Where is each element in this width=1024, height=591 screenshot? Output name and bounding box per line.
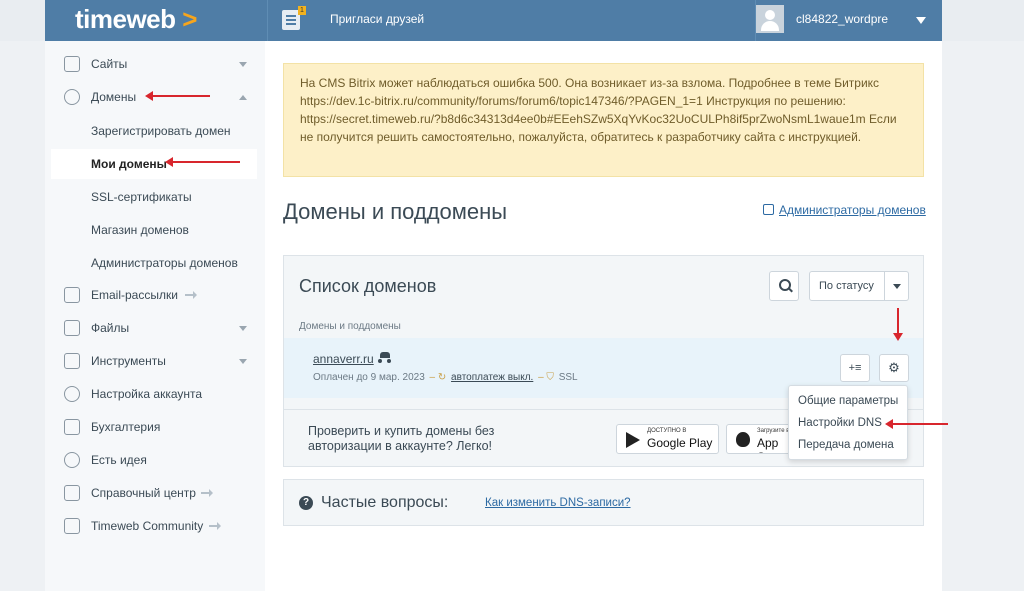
google-play-icon xyxy=(626,432,640,448)
sidebar-item-label: Настройка аккаунта xyxy=(91,387,203,401)
store-small-label: ДОСТУПНО В xyxy=(647,428,687,434)
sidebar-item-label: Справочный центр xyxy=(91,486,196,500)
external-arrow-icon xyxy=(209,522,221,530)
sidebar-item-label: Timeweb Community xyxy=(91,519,204,533)
store-small-label: Загрузите в xyxy=(757,428,790,434)
search-button[interactable] xyxy=(769,271,799,301)
main-content: На CMS Bitrix может наблюдаться ошибка 5… xyxy=(265,41,942,591)
annotation-arrow xyxy=(145,91,210,101)
question-icon: ? xyxy=(299,496,313,510)
paid-until: Оплачен до 9 мар. 2023 xyxy=(313,372,425,383)
sidebar-item-email[interactable]: Email-рассылки xyxy=(45,280,265,310)
annotation-arrow xyxy=(165,157,240,167)
app-store-button[interactable]: Загрузите в App Store xyxy=(726,424,792,454)
user-menu[interactable]: cl84822_wordpre xyxy=(755,0,942,41)
sidebar-item-idea[interactable]: Есть идея xyxy=(45,445,265,475)
chevron-down-icon[interactable] xyxy=(916,17,926,24)
sidebar-item-label: Бухгалтерия xyxy=(91,420,161,434)
chevron-down-icon xyxy=(893,284,901,289)
domain-admins-link-label: Администраторы доменов xyxy=(779,203,926,217)
annotation-arrow xyxy=(885,419,948,429)
mail-icon xyxy=(64,287,80,303)
top-bar: timeweb > 1 Пригласи друзей cl84822_word… xyxy=(0,0,1024,41)
sidebar-item-label: Инструменты xyxy=(91,354,166,368)
incognito-icon xyxy=(378,352,392,366)
chevron-up-icon xyxy=(239,95,247,100)
domain-admins-link[interactable]: Администраторы доменов xyxy=(763,203,926,217)
sidebar-item-account-settings[interactable]: Настройка аккаунта xyxy=(45,379,265,409)
sidebar-sub-my-domains[interactable]: Мои домены xyxy=(51,149,257,179)
timeweb-logo[interactable]: timeweb > xyxy=(75,4,197,35)
sidebar-sub-domain-shop[interactable]: Магазин доменов xyxy=(91,223,189,237)
username: cl84822_wordpre xyxy=(796,12,889,26)
admin-card-icon xyxy=(763,204,774,215)
annotation-arrow xyxy=(893,308,903,341)
globe-icon xyxy=(64,89,80,105)
sidebar-item-community[interactable]: Timeweb Community xyxy=(45,511,265,541)
sidebar-item-files[interactable]: Файлы xyxy=(45,313,265,343)
domain-meta: Оплачен до 9 мар. 2023 – ↻ автоплатеж вы… xyxy=(313,372,578,383)
faq-dns-link[interactable]: Как изменить DNS-записи? xyxy=(485,497,631,509)
sidebar-sub-domain-admins[interactable]: Администраторы доменов xyxy=(91,256,238,270)
invite-friends-label: Пригласи друзей xyxy=(330,12,425,26)
external-arrow-icon xyxy=(185,291,197,299)
apple-icon xyxy=(736,432,750,447)
bitrix-alert: На CMS Bitrix может наблюдаться ошибка 5… xyxy=(283,63,924,177)
store-big-label: App Store xyxy=(757,436,786,453)
monitor-icon xyxy=(64,56,80,72)
faq-block: ? Частые вопросы: Как изменить DNS-запис… xyxy=(283,479,924,526)
menu-item-domain-transfer[interactable]: Передача домена xyxy=(798,439,894,451)
faq-label: Частые вопросы: xyxy=(321,494,449,511)
sidebar-item-domains[interactable]: Домены xyxy=(45,82,265,112)
domains-list-title: Список доменов xyxy=(299,276,437,296)
sliders-icon xyxy=(64,353,80,369)
invite-friends-button[interactable]: 1 Пригласи друзей xyxy=(267,0,757,41)
ledger-icon xyxy=(64,419,80,435)
help-icon xyxy=(64,485,80,501)
refresh-icon: – ↻ xyxy=(429,372,447,383)
sidebar-item-label: Есть идея xyxy=(91,453,147,467)
sidebar-item-accounting[interactable]: Бухгалтерия xyxy=(45,412,265,442)
add-subdomain-button[interactable]: +≡ xyxy=(840,354,870,382)
external-arrow-icon xyxy=(201,489,213,497)
gear-icon xyxy=(64,386,80,402)
ssl-label: SSL xyxy=(558,372,578,383)
notification-badge: 1 xyxy=(298,6,306,15)
menu-item-dns-settings[interactable]: Настройки DNS xyxy=(798,417,882,429)
avatar xyxy=(756,5,784,33)
sidebar-item-label: Файлы xyxy=(91,321,130,335)
status-filter-select[interactable]: По статусу xyxy=(809,271,909,301)
divider xyxy=(884,272,885,300)
google-play-button[interactable]: ДОСТУПНО В Google Play xyxy=(616,424,719,454)
column-header: Домены и поддомены xyxy=(299,321,401,332)
folder-icon xyxy=(64,320,80,336)
header: timeweb > 1 Пригласи друзей cl84822_word… xyxy=(45,0,942,41)
page-title: Домены и поддомены xyxy=(283,199,508,224)
promo-text: Проверить и купить домены без авторизаци… xyxy=(308,424,495,453)
autopay-toggle[interactable]: автоплатеж выкл. xyxy=(451,372,533,383)
chevron-down-icon xyxy=(239,62,247,67)
sidebar-item-label: Домены xyxy=(91,90,137,104)
sidebar-item-sites[interactable]: Сайты xyxy=(45,49,265,79)
chat-icon xyxy=(64,518,80,534)
store-big-label: Google Play xyxy=(647,436,713,450)
sidebar-item-help-center[interactable]: Справочный центр xyxy=(45,478,265,508)
menu-item-general[interactable]: Общие параметры xyxy=(798,395,898,407)
sidebar-item-tools[interactable]: Инструменты xyxy=(45,346,265,376)
status-filter-label: По статусу xyxy=(819,280,874,292)
sidebar-sub-register-domain[interactable]: Зарегистрировать домен xyxy=(91,124,231,138)
sidebar-sub-label: Мои домены xyxy=(91,157,167,171)
sidebar-item-label: Email-рассылки xyxy=(91,288,178,302)
sidebar: Сайты Домены Зарегистрировать домен Мои … xyxy=(45,41,265,591)
domain-name-link[interactable]: annaverr.ru xyxy=(313,352,374,366)
chevron-down-icon xyxy=(239,326,247,331)
domain-settings-button[interactable]: ⚙ xyxy=(879,354,909,382)
chevron-down-icon xyxy=(239,359,247,364)
sidebar-item-label: Сайты xyxy=(91,57,128,71)
lightbulb-icon xyxy=(64,452,80,468)
shield-icon: – ⛉ xyxy=(538,372,554,383)
sidebar-sub-ssl[interactable]: SSL-сертификаты xyxy=(91,190,192,204)
